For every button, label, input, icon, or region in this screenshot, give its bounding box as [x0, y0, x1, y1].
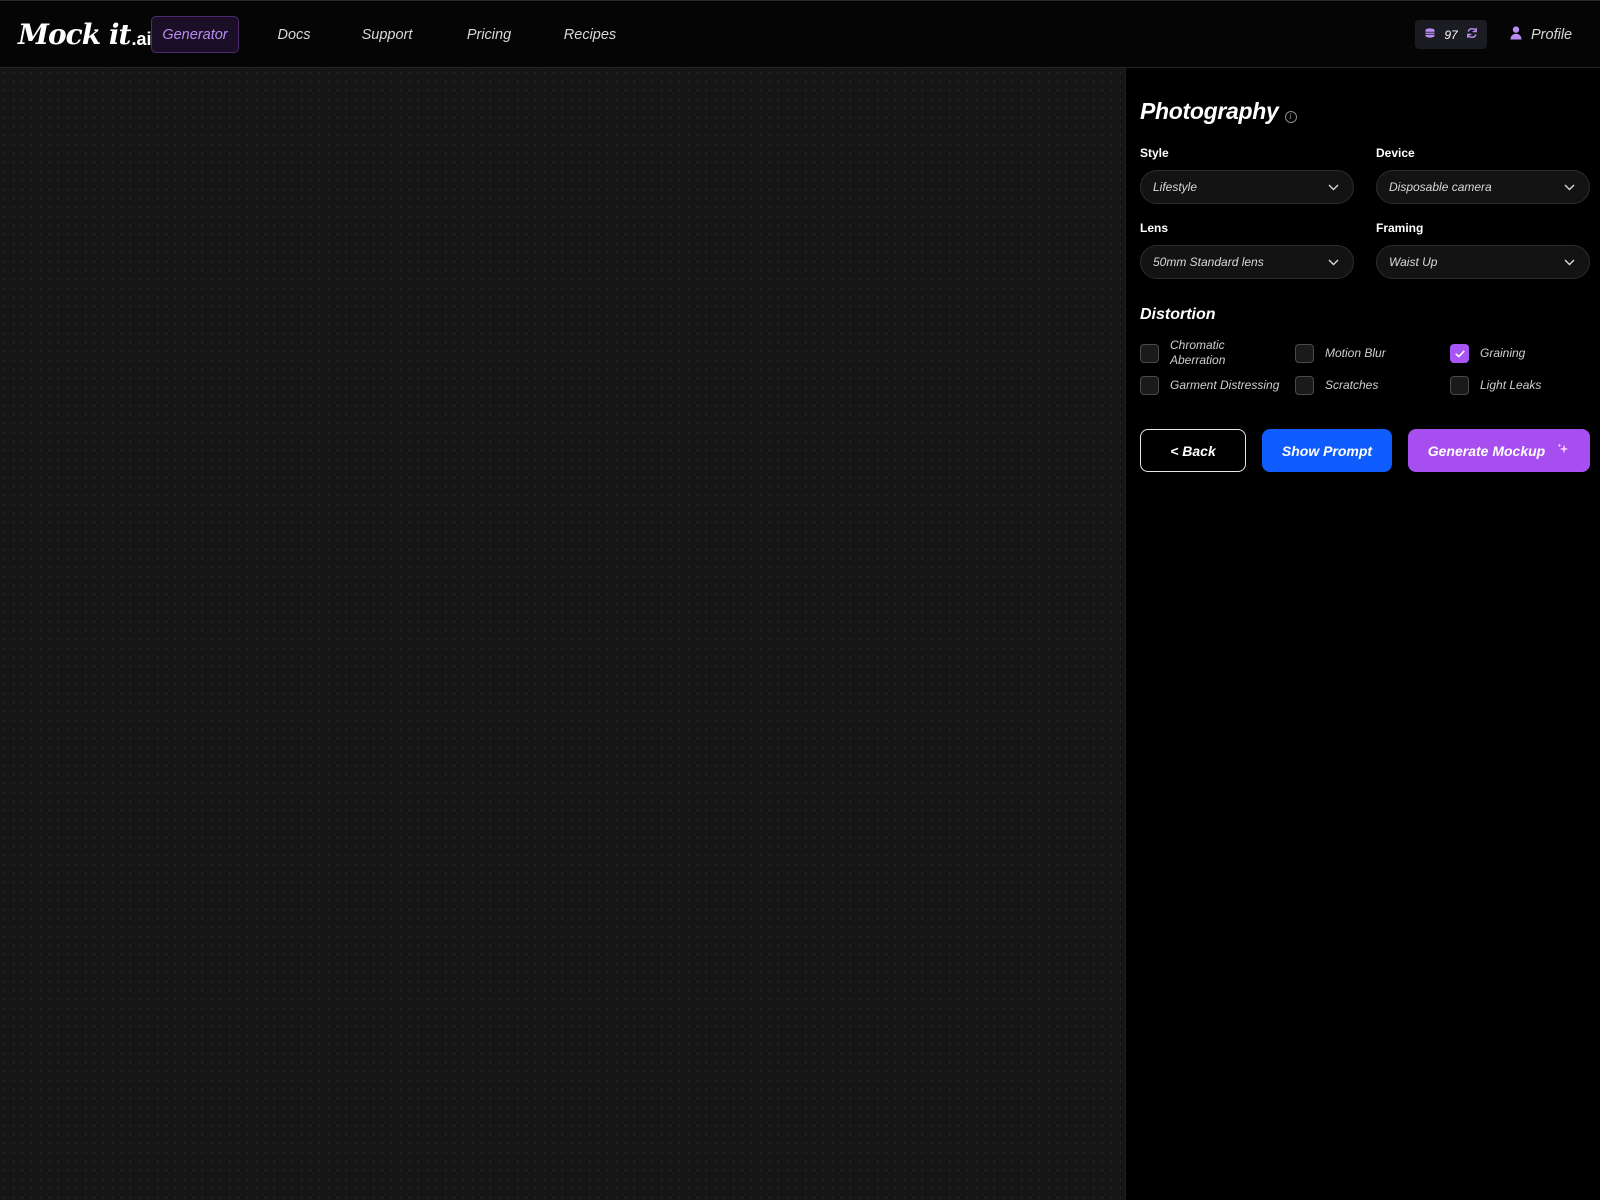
- checkbox-garment-distressing[interactable]: Garment Distressing: [1140, 376, 1279, 395]
- distortion-title: Distortion: [1140, 306, 1216, 323]
- credits-count: 97: [1444, 27, 1458, 42]
- checkbox-box[interactable]: [1450, 344, 1469, 363]
- checkbox-label: Garment Distressing: [1170, 378, 1280, 392]
- user-icon: [1510, 25, 1522, 44]
- logo-suffix-text: .ai: [131, 29, 152, 49]
- framing-field: Framing Waist Up: [1376, 221, 1590, 279]
- lens-select[interactable]: 50mm Standard lens: [1140, 245, 1354, 279]
- chevron-down-icon: [1328, 255, 1339, 269]
- checkbox-box[interactable]: [1140, 343, 1159, 363]
- checkbox-label: Light Leaks: [1480, 378, 1542, 392]
- settings-panel: Photography i Style Lifestyle Device Dis…: [1125, 68, 1600, 1200]
- checkbox-box[interactable]: [1295, 376, 1314, 395]
- chevron-down-icon: [1564, 180, 1575, 194]
- coins-icon: [1424, 27, 1436, 42]
- back-button[interactable]: < Back: [1140, 429, 1246, 472]
- checkbox-label: Scratches: [1325, 378, 1379, 392]
- style-value: Lifestyle: [1153, 180, 1198, 194]
- chevron-down-icon: [1328, 180, 1339, 194]
- checkmark-icon: [1454, 350, 1465, 357]
- show-prompt-button[interactable]: Show Prompt: [1262, 429, 1392, 472]
- nav-generator[interactable]: Generator: [151, 16, 239, 53]
- nav-pricing[interactable]: Pricing: [453, 16, 525, 53]
- checkbox-graining[interactable]: Graining: [1450, 344, 1525, 363]
- logo-script-text: Mock it: [18, 18, 131, 51]
- panel-header: Photography i: [1140, 98, 1297, 125]
- panel-title: Photography: [1140, 98, 1279, 124]
- checkbox-light-leaks[interactable]: Light Leaks: [1450, 376, 1541, 395]
- checkbox-box[interactable]: [1140, 376, 1159, 395]
- generate-mockup-label: Generate Mockup: [1427, 442, 1546, 459]
- refresh-icon[interactable]: [1466, 27, 1478, 42]
- credits-badge[interactable]: 97: [1415, 20, 1487, 49]
- checkbox-motion-blur[interactable]: Motion Blur: [1295, 344, 1386, 363]
- nav-recipes[interactable]: Recipes: [553, 16, 627, 53]
- style-label: Style: [1140, 146, 1169, 160]
- sparkles-icon: [1557, 443, 1570, 459]
- device-value: Disposable camera: [1389, 180, 1492, 194]
- style-select[interactable]: Lifestyle: [1140, 170, 1354, 204]
- framing-label: Framing: [1376, 221, 1424, 235]
- profile-label: Profile: [1531, 26, 1573, 43]
- checkbox-label: Chromatic Aberration: [1170, 338, 1226, 367]
- profile-link[interactable]: Profile: [1510, 22, 1572, 47]
- app-logo[interactable]: Mock it .ai: [18, 17, 151, 51]
- nav-support[interactable]: Support: [349, 16, 425, 53]
- info-icon[interactable]: i: [1284, 110, 1297, 123]
- lens-field: Lens 50mm Standard lens: [1140, 221, 1354, 279]
- framing-value: Waist Up: [1389, 255, 1438, 269]
- device-field: Device Disposable camera: [1376, 146, 1590, 204]
- checkbox-label: Graining: [1480, 346, 1526, 360]
- main-nav: Generator Docs Support Pricing Recipes: [151, 16, 627, 53]
- checkbox-scratches[interactable]: Scratches: [1295, 376, 1378, 395]
- lens-label: Lens: [1140, 221, 1169, 235]
- chevron-down-icon: [1564, 255, 1575, 269]
- top-navigation-bar: Mock it .ai Generator Docs Support Prici…: [0, 0, 1600, 68]
- framing-select[interactable]: Waist Up: [1376, 245, 1590, 279]
- device-select[interactable]: Disposable camera: [1376, 170, 1590, 204]
- checkbox-chromatic-aberration[interactable]: Chromatic Aberration: [1140, 338, 1250, 368]
- mockup-canvas[interactable]: [0, 68, 1125, 1200]
- checkbox-label: Motion Blur: [1325, 346, 1386, 360]
- generate-mockup-button[interactable]: Generate Mockup: [1408, 429, 1590, 472]
- lens-value: 50mm Standard lens: [1153, 255, 1264, 269]
- checkbox-box[interactable]: [1450, 376, 1469, 395]
- nav-docs[interactable]: Docs: [267, 16, 321, 53]
- device-label: Device: [1376, 146, 1415, 160]
- style-field: Style Lifestyle: [1140, 146, 1354, 204]
- checkbox-box[interactable]: [1295, 344, 1314, 363]
